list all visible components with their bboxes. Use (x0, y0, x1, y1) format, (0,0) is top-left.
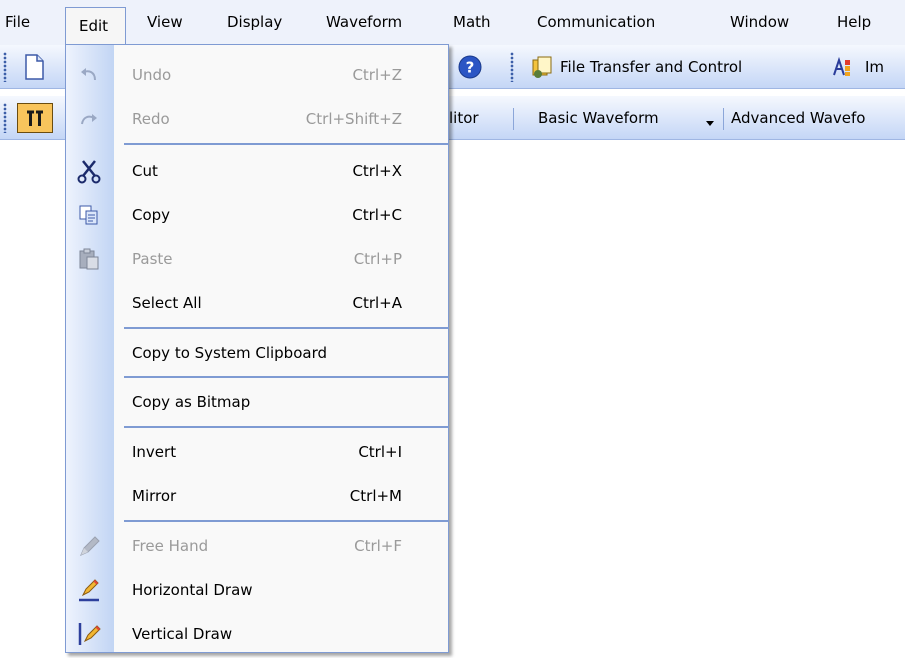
menu-communication[interactable]: Communication (537, 0, 655, 45)
menu-item-vertical-draw[interactable]: Vertical Draw (66, 612, 448, 657)
menu-item-label: Horizontal Draw (132, 581, 253, 599)
horizontal-draw-icon (76, 577, 102, 603)
menu-view[interactable]: View (147, 0, 183, 45)
paste-icon (76, 246, 102, 272)
menu-item-horizontal-draw[interactable]: Horizontal Draw (66, 568, 448, 613)
toolbar-grip[interactable] (3, 52, 7, 82)
menu-file[interactable]: File (5, 0, 30, 45)
menu-item-redo[interactable]: Redo Ctrl+Shift+Z (66, 97, 448, 142)
menu-item-label: Redo (132, 110, 170, 128)
toolbar-grip[interactable] (510, 52, 514, 82)
menu-item-cut[interactable]: Cut Ctrl+X (66, 149, 448, 194)
menu-item-label: Free Hand (132, 537, 209, 555)
vertical-draw-icon (76, 621, 102, 647)
menu-item-shortcut: Ctrl+Shift+Z (305, 110, 402, 128)
pencil-icon (76, 533, 102, 559)
menu-item-shortcut: Ctrl+X (352, 162, 402, 180)
menu-item-label: Vertical Draw (132, 625, 233, 643)
menu-item-label: Copy (132, 206, 171, 224)
menu-item-label: Invert (132, 443, 177, 461)
menu-separator (124, 520, 448, 522)
waveform-tool-icon[interactable] (17, 103, 53, 133)
toolbar-grip[interactable] (3, 103, 7, 133)
toolbar-separator (513, 108, 514, 130)
menu-item-label: Paste (132, 250, 173, 268)
menu-item-paste[interactable]: Paste Ctrl+P (66, 237, 448, 282)
menu-item-label: Cut (132, 162, 158, 180)
menu-waveform[interactable]: Waveform (326, 0, 402, 45)
menu-math[interactable]: Math (453, 0, 491, 45)
file-transfer-icon[interactable] (529, 54, 555, 80)
chevron-down-icon[interactable] (705, 114, 715, 126)
menu-item-shortcut: Ctrl+Z (352, 66, 402, 84)
menu-help[interactable]: Help (837, 0, 871, 45)
menu-item-select-all[interactable]: Select All Ctrl+A (66, 281, 448, 326)
copy-icon (76, 202, 102, 228)
undo-icon (76, 62, 102, 88)
menu-item-shortcut: Ctrl+F (354, 537, 402, 555)
menu-item-label: Copy to System Clipboard (132, 344, 327, 362)
menu-item-copy-as-bitmap[interactable]: Copy as Bitmap (66, 380, 448, 425)
redo-icon (76, 106, 102, 132)
menu-item-shortcut: Ctrl+M (349, 487, 402, 505)
new-file-icon[interactable] (20, 52, 48, 82)
menu-item-shortcut: Ctrl+C (352, 206, 402, 224)
menu-edit[interactable]: Edit (65, 7, 126, 44)
menu-separator (124, 426, 448, 428)
menu-item-shortcut: Ctrl+P (353, 250, 402, 268)
menu-item-label: Select All (132, 294, 202, 312)
menu-item-label: Mirror (132, 487, 177, 505)
menu-item-mirror[interactable]: Mirror Ctrl+M (66, 474, 448, 519)
menu-item-shortcut: Ctrl+I (358, 443, 402, 461)
advanced-waveform-button[interactable]: Advanced Wavefo (731, 96, 866, 140)
menu-item-undo[interactable]: Undo Ctrl+Z (66, 53, 448, 98)
menu-bar: File Edit View Display Waveform Math Com… (0, 0, 905, 45)
menu-item-label: Undo (132, 66, 172, 84)
menu-separator (124, 143, 448, 145)
edit-menu-dropdown: Undo Ctrl+Z Redo Ctrl+Shift+Z Cut Ctrl+X (65, 44, 449, 653)
help-icon[interactable]: ? (457, 54, 483, 80)
image-tool-icon[interactable] (832, 56, 856, 78)
svg-text:?: ? (466, 59, 475, 77)
editor-button[interactable]: litor (449, 96, 479, 140)
image-tool-button[interactable]: Im (865, 45, 884, 89)
menu-item-invert[interactable]: Invert Ctrl+I (66, 430, 448, 475)
menu-separator (124, 376, 448, 378)
menu-window[interactable]: Window (730, 0, 789, 45)
menu-separator (124, 327, 448, 329)
toolbar-separator (723, 108, 724, 130)
menu-display[interactable]: Display (227, 0, 282, 45)
menu-item-label: Copy as Bitmap (132, 393, 251, 411)
menu-item-copy-to-system-clipboard[interactable]: Copy to System Clipboard (66, 331, 448, 376)
file-transfer-button[interactable]: File Transfer and Control (560, 45, 742, 89)
menu-item-free-hand[interactable]: Free Hand Ctrl+F (66, 524, 448, 569)
basic-waveform-button[interactable]: Basic Waveform (538, 96, 659, 140)
menu-item-shortcut: Ctrl+A (352, 294, 402, 312)
scissors-icon (76, 158, 102, 184)
menu-item-copy[interactable]: Copy Ctrl+C (66, 193, 448, 238)
